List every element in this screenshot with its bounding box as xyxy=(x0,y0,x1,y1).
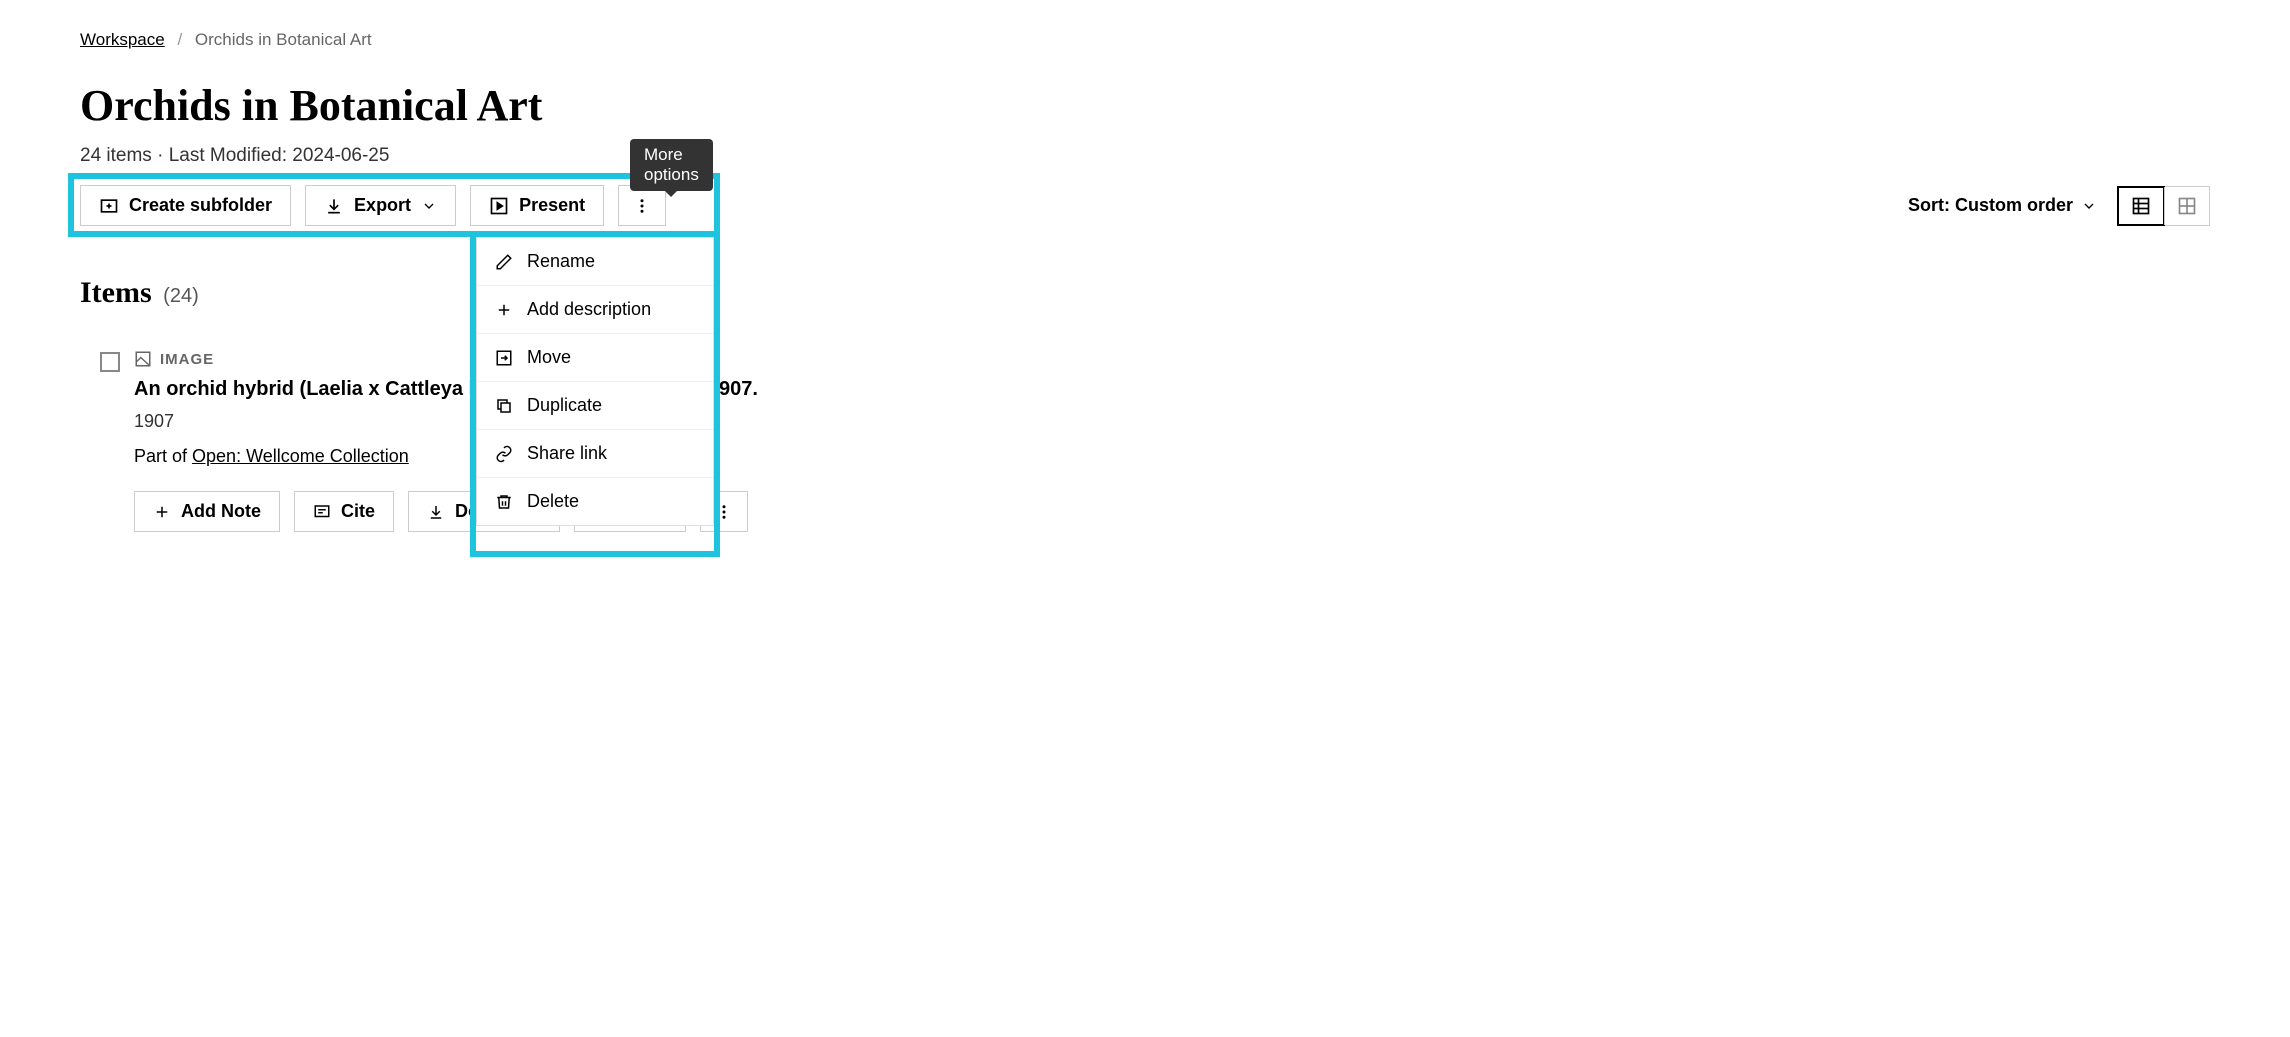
menu-delete[interactable]: Delete xyxy=(477,478,713,525)
breadcrumb-separator: / xyxy=(177,30,182,49)
menu-duplicate[interactable]: Duplicate xyxy=(477,382,713,430)
page-title: Orchids in Botanical Art xyxy=(80,80,2210,131)
menu-add-description[interactable]: Add description xyxy=(477,286,713,334)
arrow-box-icon xyxy=(495,349,513,367)
menu-move-label: Move xyxy=(527,347,571,368)
create-subfolder-label: Create subfolder xyxy=(129,195,272,216)
kebab-icon xyxy=(715,503,733,521)
more-options-button[interactable] xyxy=(618,185,666,226)
sort-dropdown[interactable]: Sort: Custom order xyxy=(1908,195,2097,216)
item-type-badge: IMAGE xyxy=(134,350,2210,368)
item-partof-prefix: Part of xyxy=(134,446,192,466)
toolbar-right: Sort: Custom order xyxy=(1908,186,2210,226)
more-options-tooltip: More options xyxy=(630,139,713,191)
cite-button[interactable]: Cite xyxy=(294,491,394,532)
breadcrumb: Workspace / Orchids in Botanical Art xyxy=(80,30,2210,50)
menu-share-link[interactable]: Share link xyxy=(477,430,713,478)
item-year: 1907 xyxy=(134,411,2210,432)
item-checkbox[interactable] xyxy=(100,352,120,372)
view-toggle xyxy=(2117,186,2210,226)
items-count: (24) xyxy=(163,285,199,307)
sort-label-text: Sort: Custom order xyxy=(1908,195,2073,216)
more-options-menu: Rename Add description Move Duplicate Sh… xyxy=(476,237,714,526)
pencil-icon xyxy=(495,253,513,271)
menu-share-link-label: Share link xyxy=(527,443,607,464)
item-partof-link[interactable]: Open: Wellcome Collection xyxy=(192,446,409,466)
chevron-down-icon xyxy=(421,198,437,214)
grid-view-button[interactable] xyxy=(2164,187,2209,225)
trash-icon xyxy=(495,493,513,511)
menu-rename-label: Rename xyxy=(527,251,595,272)
download-icon xyxy=(427,503,445,521)
menu-duplicate-label: Duplicate xyxy=(527,395,602,416)
download-icon xyxy=(324,196,344,216)
menu-add-description-label: Add description xyxy=(527,299,651,320)
cite-label: Cite xyxy=(341,501,375,522)
toolbar-left: More options Create subfolder Export Pre… xyxy=(80,185,666,226)
item-actions: Add Note Cite Download Move xyxy=(134,491,2210,532)
link-icon xyxy=(495,445,513,463)
cite-icon xyxy=(313,503,331,521)
item-partof: Part of Open: Wellcome Collection xyxy=(134,446,2210,467)
items-heading: Items (24) xyxy=(80,276,2210,310)
menu-delete-label: Delete xyxy=(527,491,579,512)
chevron-down-icon xyxy=(2081,198,2097,214)
item-type-label: IMAGE xyxy=(160,351,214,368)
page-subtitle: 24 items · Last Modified: 2024-06-25 xyxy=(80,145,2210,167)
export-label: Export xyxy=(354,195,411,216)
add-note-button[interactable]: Add Note xyxy=(134,491,280,532)
grid-icon xyxy=(2177,196,2197,216)
add-folder-icon xyxy=(99,196,119,216)
list-icon xyxy=(2131,196,2151,216)
menu-move[interactable]: Move xyxy=(477,334,713,382)
plus-icon xyxy=(495,301,513,319)
add-note-label: Add Note xyxy=(181,501,261,522)
plus-icon xyxy=(153,503,171,521)
create-subfolder-button[interactable]: Create subfolder xyxy=(80,185,291,226)
play-icon xyxy=(489,196,509,216)
breadcrumb-current: Orchids in Botanical Art xyxy=(195,30,372,49)
item-title[interactable]: An orchid hybrid (Laelia x Cattleya lu d… xyxy=(134,378,2210,401)
menu-rename[interactable]: Rename xyxy=(477,238,713,286)
present-label: Present xyxy=(519,195,585,216)
breadcrumb-root-link[interactable]: Workspace xyxy=(80,30,165,49)
duplicate-icon xyxy=(495,397,513,415)
list-item: IMAGE An orchid hybrid (Laelia x Cattley… xyxy=(80,350,2210,532)
kebab-icon xyxy=(633,197,651,215)
export-button[interactable]: Export xyxy=(305,185,456,226)
present-button[interactable]: Present xyxy=(470,185,604,226)
image-icon xyxy=(134,350,152,368)
items-heading-text: Items xyxy=(80,276,152,309)
list-view-button[interactable] xyxy=(2117,186,2165,226)
